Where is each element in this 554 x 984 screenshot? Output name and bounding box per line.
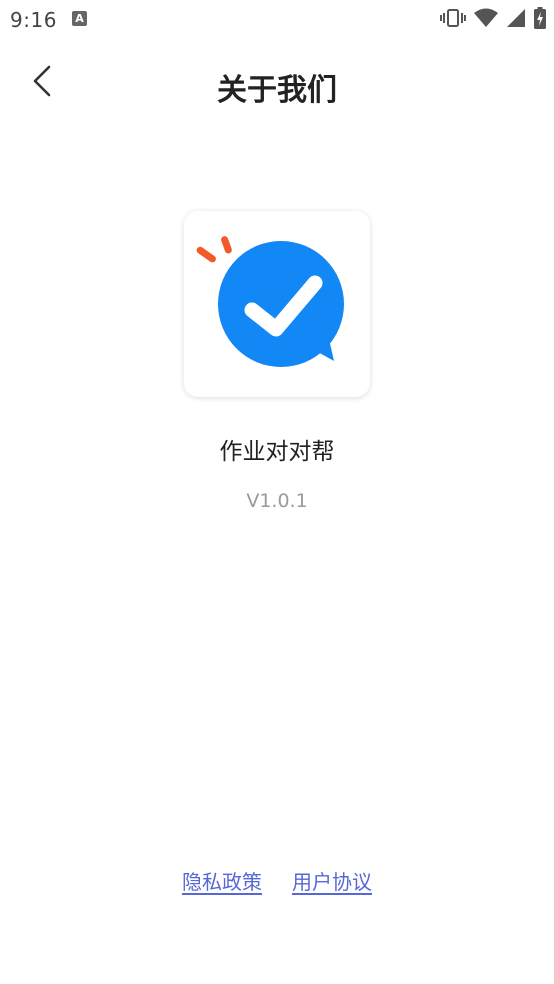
- header: 关于我们: [0, 55, 554, 113]
- app-logo-card: [184, 211, 370, 397]
- app-version: V1.0.1: [246, 490, 308, 512]
- status-bar: 9:16 A: [0, 0, 554, 40]
- status-icons: [440, 7, 546, 29]
- status-time: 9:16: [10, 8, 57, 32]
- app-name: 作业对对帮: [219, 439, 335, 465]
- vibrate-icon: [440, 8, 466, 28]
- about-us-screen: 9:16 A 关于我们 作业对对帮 V1.0.1 隐私政策 用户协议: [0, 0, 554, 984]
- wifi-icon: [474, 8, 498, 28]
- user-agreement-link[interactable]: 用户协议: [292, 866, 372, 895]
- privacy-policy-link[interactable]: 隐私政策: [182, 866, 262, 895]
- battery-charging-icon: [534, 7, 546, 29]
- notification-app-icon: A: [72, 11, 87, 26]
- page-title: 关于我们: [217, 73, 337, 108]
- signal-icon: [506, 8, 526, 28]
- footer-links: 隐私政策 用户协议: [0, 866, 554, 895]
